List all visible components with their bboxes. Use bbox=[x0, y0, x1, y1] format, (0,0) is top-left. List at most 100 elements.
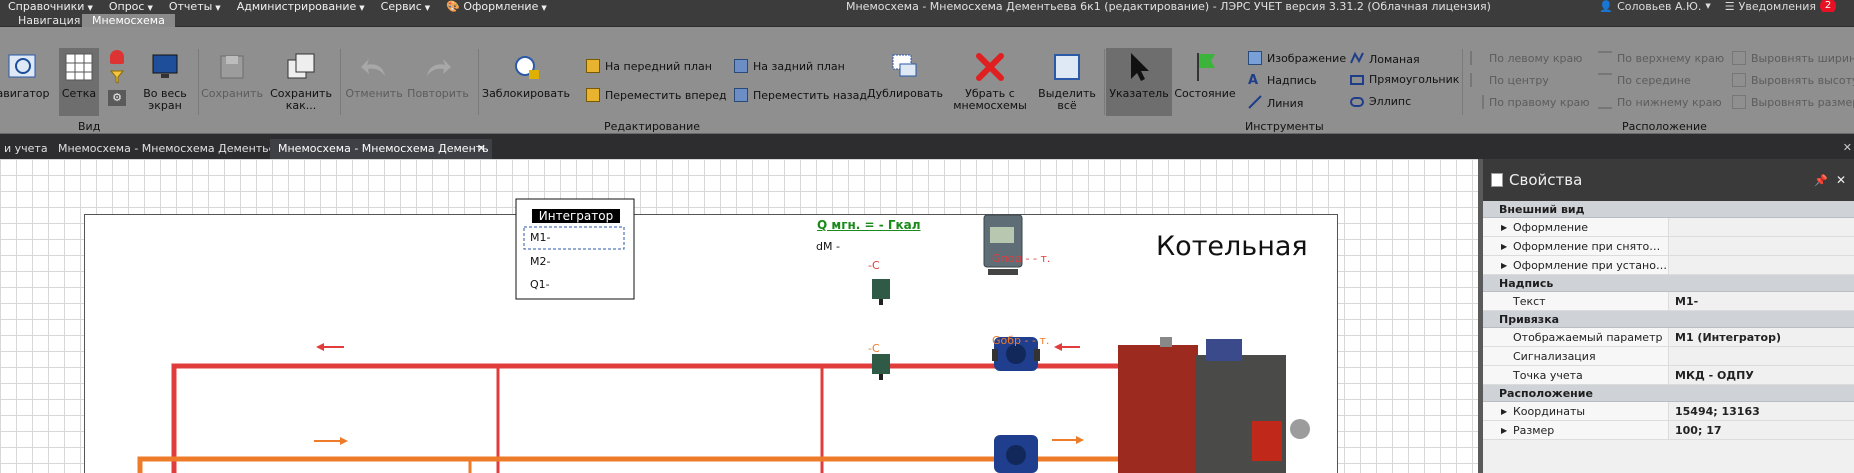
button-label: По правому краю bbox=[1489, 95, 1590, 109]
property-value[interactable]: 100; 17 bbox=[1669, 421, 1854, 439]
property-value[interactable] bbox=[1669, 237, 1854, 255]
polyline-tool-button[interactable]: Ломаная bbox=[1350, 51, 1420, 68]
dm-label[interactable]: dM - bbox=[816, 240, 840, 253]
category-caption[interactable]: Надпись bbox=[1483, 275, 1854, 292]
align-middle-button[interactable]: По середине bbox=[1598, 73, 1691, 87]
duplicate-button[interactable]: Дублировать bbox=[867, 50, 943, 100]
property-row[interactable]: Текст М1- bbox=[1483, 292, 1854, 311]
expand-icon[interactable]: ▶ bbox=[1501, 256, 1507, 275]
menu-reports[interactable]: Отчеты ▼ bbox=[161, 0, 229, 13]
property-value[interactable]: М1 (Интегратор) bbox=[1669, 328, 1854, 346]
expand-icon[interactable]: ▶ bbox=[1501, 421, 1507, 440]
property-row[interactable]: Сигнализация bbox=[1483, 347, 1854, 366]
property-value[interactable] bbox=[1669, 347, 1854, 365]
align-center-button[interactable]: По центру bbox=[1470, 73, 1549, 87]
category-binding[interactable]: Привязка bbox=[1483, 311, 1854, 328]
category-appearance[interactable]: Внешний вид bbox=[1483, 201, 1854, 218]
close-icon[interactable]: ✕ bbox=[1836, 173, 1846, 187]
equal-size-button[interactable]: Выровнять размер bbox=[1732, 95, 1854, 109]
caption-tool-button[interactable]: A Надпись bbox=[1248, 73, 1317, 88]
g-return-label[interactable]: Gобр - - т. bbox=[992, 334, 1049, 347]
close-icon[interactable]: ✕ bbox=[477, 139, 486, 159]
property-row[interactable]: ▶Оформление при установле... bbox=[1483, 256, 1854, 275]
integrator-m1[interactable]: М1- bbox=[530, 231, 550, 244]
align-bottom-button[interactable]: По нижнему краю bbox=[1598, 95, 1722, 109]
expand-icon[interactable]: ▶ bbox=[1501, 237, 1507, 256]
group-label-edit: Редактирование bbox=[604, 120, 700, 133]
line-tool-button[interactable]: Линия bbox=[1248, 95, 1303, 112]
doc-tab-mnemoscheme-2[interactable]: Мнемосхема - Мнемосхема Дементь ✕ bbox=[270, 139, 492, 159]
property-row[interactable]: ▶ Оформление bbox=[1483, 218, 1854, 237]
grid-button[interactable]: Сетка bbox=[59, 50, 99, 100]
menu-theme[interactable]: 🎨 Оформление ▼ bbox=[438, 0, 555, 13]
property-row[interactable]: ▶ Размер 100; 17 bbox=[1483, 421, 1854, 440]
equal-width-button[interactable]: Выровнять ширину bbox=[1732, 51, 1854, 65]
temp-supply-label[interactable]: -C bbox=[868, 259, 880, 272]
bring-front-button[interactable]: На передний план bbox=[586, 59, 712, 73]
property-row[interactable]: Точка учета МКД - ОДПУ bbox=[1483, 366, 1854, 385]
full-screen-button[interactable]: Во весь экран bbox=[137, 50, 193, 112]
property-row[interactable]: ▶ Координаты 15494; 13163 bbox=[1483, 402, 1854, 421]
q-instant-label[interactable]: Q мгн. = - Гкал bbox=[817, 218, 921, 232]
save-button[interactable]: Сохранить bbox=[201, 50, 263, 100]
rectangle-tool-button[interactable]: Прямоугольник bbox=[1350, 73, 1459, 86]
property-row[interactable]: Отображаемый параметр М1 (Интегратор) bbox=[1483, 328, 1854, 347]
mnemoscheme-canvas[interactable]: Интегратор М1- М2- Q1- Q мгн. = - Гкал d… bbox=[0, 159, 1478, 473]
button-label: По нижнему краю bbox=[1617, 95, 1722, 109]
align-left-button[interactable]: По левому краю bbox=[1470, 51, 1582, 65]
g-supply-label[interactable]: Gпод - - т. bbox=[992, 252, 1050, 265]
pin-icon[interactable]: 📌 bbox=[1814, 174, 1828, 187]
state-button[interactable]: Состояние bbox=[1174, 50, 1236, 100]
property-name: Координаты bbox=[1483, 402, 1669, 420]
doc-tab-mnemoscheme-1[interactable]: Мнемосхема - Мнемосхема Дементьева bbox=[50, 139, 297, 159]
align-center-icon bbox=[1470, 73, 1484, 87]
align-top-icon bbox=[1598, 51, 1612, 65]
user-menu[interactable]: 👤 Соловьев А.Ю. ▼ bbox=[1599, 0, 1710, 13]
tab-navigation[interactable]: Навигация bbox=[8, 14, 90, 27]
property-value[interactable]: М1- bbox=[1669, 292, 1854, 310]
redo-button[interactable]: Повторить bbox=[407, 50, 469, 100]
align-top-button[interactable]: По верхнему краю bbox=[1598, 51, 1724, 65]
lock-button[interactable]: Заблокировать bbox=[482, 50, 570, 100]
category-layout[interactable]: Расположение bbox=[1483, 385, 1854, 402]
group-separator bbox=[1104, 49, 1105, 115]
save-as-button[interactable]: Сохранить как... bbox=[268, 50, 334, 112]
select-all-button[interactable]: Выделить всё bbox=[1034, 50, 1100, 112]
ellipse-tool-button[interactable]: Эллипс bbox=[1350, 95, 1411, 108]
tab-mnemoscheme[interactable]: Мнемосхема bbox=[82, 14, 175, 27]
integrator-m2[interactable]: М2- bbox=[530, 255, 550, 268]
alarm-icon[interactable] bbox=[110, 50, 124, 64]
move-forward-button[interactable]: Переместить вперед bbox=[586, 88, 727, 102]
temp-return-label[interactable]: -C bbox=[868, 342, 880, 355]
menu-service[interactable]: Сервис ▼ bbox=[373, 0, 439, 13]
send-back-button[interactable]: На задний план bbox=[734, 59, 845, 73]
thermometer-icon bbox=[872, 354, 890, 380]
filter-icon[interactable] bbox=[109, 70, 125, 84]
close-icon[interactable]: ✕ bbox=[1843, 141, 1852, 154]
property-value[interactable]: МКД - ОДПУ bbox=[1669, 366, 1854, 384]
expand-icon[interactable]: ▶ bbox=[1501, 402, 1507, 421]
move-backward-button[interactable]: Переместить назад bbox=[734, 88, 867, 102]
integrator-q1[interactable]: Q1- bbox=[530, 278, 550, 291]
menu-admin[interactable]: Администрирование ▼ bbox=[229, 0, 373, 13]
doc-tab-metering[interactable]: и учета bbox=[0, 139, 56, 159]
remove-button[interactable]: Убрать с мнемосхемы bbox=[952, 50, 1028, 112]
image-tool-button[interactable]: Изображение bbox=[1248, 51, 1346, 65]
undo-button[interactable]: Отменить bbox=[344, 50, 404, 100]
button-label: Сохранить bbox=[201, 87, 263, 100]
menu-reference[interactable]: Справочники ▼ bbox=[0, 0, 101, 13]
navigator-button[interactable]: авигатор bbox=[0, 50, 50, 100]
align-right-button[interactable]: По правому краю bbox=[1470, 95, 1590, 109]
boiler-title[interactable]: Котельная bbox=[1156, 231, 1308, 262]
expand-icon[interactable]: ▶ bbox=[1501, 218, 1507, 237]
menu-poll[interactable]: Опрос ▼ bbox=[101, 0, 161, 13]
property-row[interactable]: ▶Оформление при снятом сиг... bbox=[1483, 237, 1854, 256]
pointer-button[interactable]: Указатель bbox=[1106, 50, 1172, 100]
equal-height-button[interactable]: Выровнять высоту bbox=[1732, 73, 1854, 87]
settings-icon[interactable]: ⚙ bbox=[108, 90, 126, 106]
rectangle-icon bbox=[1350, 74, 1364, 85]
palette-icon: 🎨 bbox=[446, 0, 460, 13]
property-value[interactable] bbox=[1669, 218, 1854, 236]
property-value[interactable] bbox=[1669, 256, 1854, 274]
property-value[interactable]: 15494; 13163 bbox=[1669, 402, 1854, 420]
